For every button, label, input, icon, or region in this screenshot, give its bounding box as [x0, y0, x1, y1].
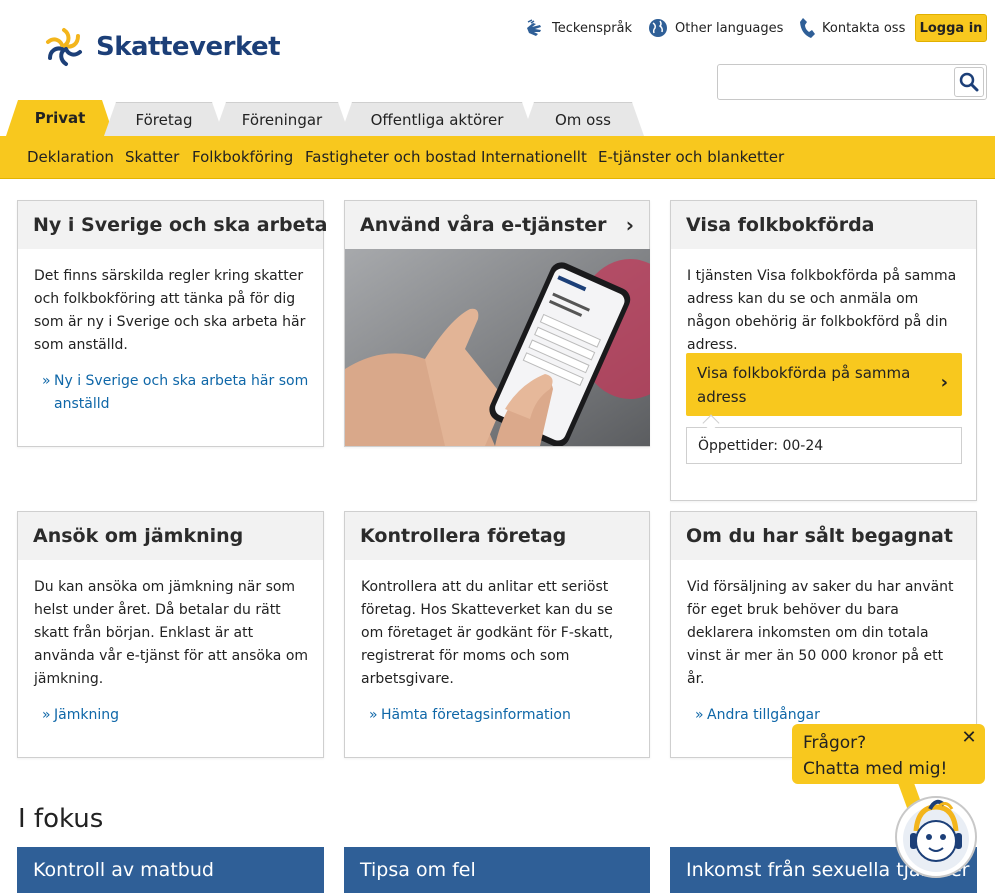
logo-wordmark: Skatteverket: [96, 32, 281, 62]
toplink-label: Kontakta oss: [822, 20, 906, 36]
card-link-label: Jämkning: [54, 707, 119, 723]
chat-bubble[interactable]: Frågor? Chatta med mig!: [792, 724, 985, 784]
nav-deklaration[interactable]: Deklaration: [27, 136, 114, 179]
toplink-label: Teckenspråk: [552, 20, 633, 36]
login-button[interactable]: Logga in: [915, 14, 987, 42]
logo-emblem-icon: [46, 28, 82, 66]
main-nav: Deklaration Skatter Folkbokföring Fastig…: [0, 136, 995, 179]
skatteverket-logo[interactable]: Skatteverket: [40, 23, 281, 71]
card-title: Ny i Sverige och ska arbeta: [18, 201, 327, 249]
card-visa-folkbokforda: Visa folkbokförda I tjänsten Visa folkbo…: [670, 200, 977, 501]
card-text: I tjänsten Visa folkbokförda på samma ad…: [687, 268, 957, 353]
card-title: Visa folkbokförda: [671, 201, 976, 249]
sign-language-icon: [527, 19, 541, 36]
card-link[interactable]: » Jämkning: [42, 704, 309, 727]
card-link-label: Ny i Sverige och ska arbeta här som anst…: [54, 373, 309, 412]
card-e-tjanster[interactable]: Använd våra e-tjänster ›: [344, 200, 650, 447]
opening-hours-text: Öppettider: 00-24: [698, 437, 824, 454]
toplink-contact[interactable]: Kontakta oss: [799, 17, 905, 39]
fokus-card-matbud[interactable]: Kontroll av matbud: [17, 847, 324, 893]
opening-hours: Öppettider: 00-24: [686, 427, 962, 464]
nav-e-tjanster[interactable]: E-tjänster och blanketter: [598, 136, 784, 179]
button-label: Visa folkbokförda på samma adress: [697, 363, 911, 406]
card-body: I tjänsten Visa folkbokförda på samma ad…: [687, 265, 962, 357]
card-body: Det finns särskilda regler kring skatter…: [34, 265, 309, 416]
card-link[interactable]: » Ny i Sverige och ska arbeta här som an…: [42, 370, 309, 416]
toplink-other-languages[interactable]: Other languages: [648, 17, 783, 39]
tab-om-oss[interactable]: Om oss: [522, 102, 644, 136]
card-salt-begagnat: Om du har sålt begagnat Vid försäljning …: [670, 511, 977, 758]
visa-folkbokforda-button[interactable]: Visa folkbokförda på samma adress ›: [686, 353, 962, 416]
chat-close-button[interactable]: ✕: [960, 728, 978, 748]
link-arrow-icon: »: [369, 707, 378, 723]
search-button[interactable]: [954, 67, 984, 97]
card-body: Vid försäljning av saker du har använt f…: [687, 576, 962, 727]
card-link-label: Hämta företagsinformation: [381, 707, 571, 723]
card-title: Ansök om jämkning: [18, 512, 323, 560]
fokus-card-tipsa[interactable]: Tipsa om fel: [344, 847, 650, 893]
link-arrow-icon: »: [42, 373, 51, 389]
chat-line-2: Chatta med mig!: [803, 759, 948, 779]
card-body: Du kan ansöka om jämkning när som helst …: [34, 576, 309, 727]
search-icon: [959, 72, 979, 92]
card-kontrollera-foretag: Kontrollera företag Kontrollera att du a…: [344, 511, 650, 758]
link-arrow-icon: »: [695, 707, 704, 723]
card-jamkning: Ansök om jämkning Du kan ansöka om jämkn…: [17, 511, 324, 758]
tab-foretag[interactable]: Företag: [104, 102, 224, 136]
toplink-sign-language[interactable]: Teckenspråk: [525, 17, 632, 39]
chat-line-1: Frågor?: [803, 733, 867, 753]
card-body: Kontrollera att du anlitar ett seriöst f…: [361, 576, 635, 727]
tab-offentliga-aktorer[interactable]: Offentliga aktörer: [340, 102, 534, 136]
card-text: Du kan ansöka om jämkning när som helst …: [34, 579, 309, 687]
link-arrow-icon: »: [42, 707, 51, 723]
card-link-label: Andra tillgångar: [707, 707, 820, 723]
page: Skatteverket Teckenspråk Other languages…: [0, 0, 995, 893]
card-ny-i-sverige: Ny i Sverige och ska arbeta Det finns sä…: [17, 200, 327, 447]
card-link[interactable]: » Hämta företagsinformation: [369, 704, 635, 727]
card-title: Om du har sålt begagnat: [671, 512, 976, 560]
tab-privat[interactable]: Privat: [6, 100, 114, 136]
nav-folkbokforing[interactable]: Folkbokföring: [192, 136, 293, 179]
nav-skatter[interactable]: Skatter: [125, 136, 179, 179]
card-text: Vid försäljning av saker du har använt f…: [687, 579, 954, 687]
tab-foreningar[interactable]: Föreningar: [214, 102, 350, 136]
fokus-heading: I fokus: [18, 804, 104, 834]
audience-tabs: Privat Företag Föreningar Offentliga akt…: [0, 100, 995, 136]
hand-holding-phone-image: [345, 249, 650, 446]
card-title: Kontrollera företag: [345, 512, 649, 560]
card-header: Använd våra e-tjänster ›: [345, 201, 649, 249]
chatbot-avatar-icon[interactable]: [894, 795, 978, 879]
card-text: Det finns särskilda regler kring skatter…: [34, 268, 306, 353]
card-text: Kontrollera att du anlitar ett seriöst f…: [361, 579, 614, 687]
phone-icon: [800, 18, 815, 38]
card-title: Använd våra e-tjänster: [360, 214, 607, 236]
chevron-right-icon: ›: [940, 372, 948, 393]
nav-internationellt[interactable]: Internationellt: [481, 136, 587, 179]
globe-icon: [649, 19, 667, 37]
nav-fastigheter[interactable]: Fastigheter och bostad: [305, 136, 476, 179]
toplink-label: Other languages: [675, 20, 784, 36]
chevron-right-icon: ›: [625, 213, 634, 237]
search-input[interactable]: [717, 64, 987, 100]
